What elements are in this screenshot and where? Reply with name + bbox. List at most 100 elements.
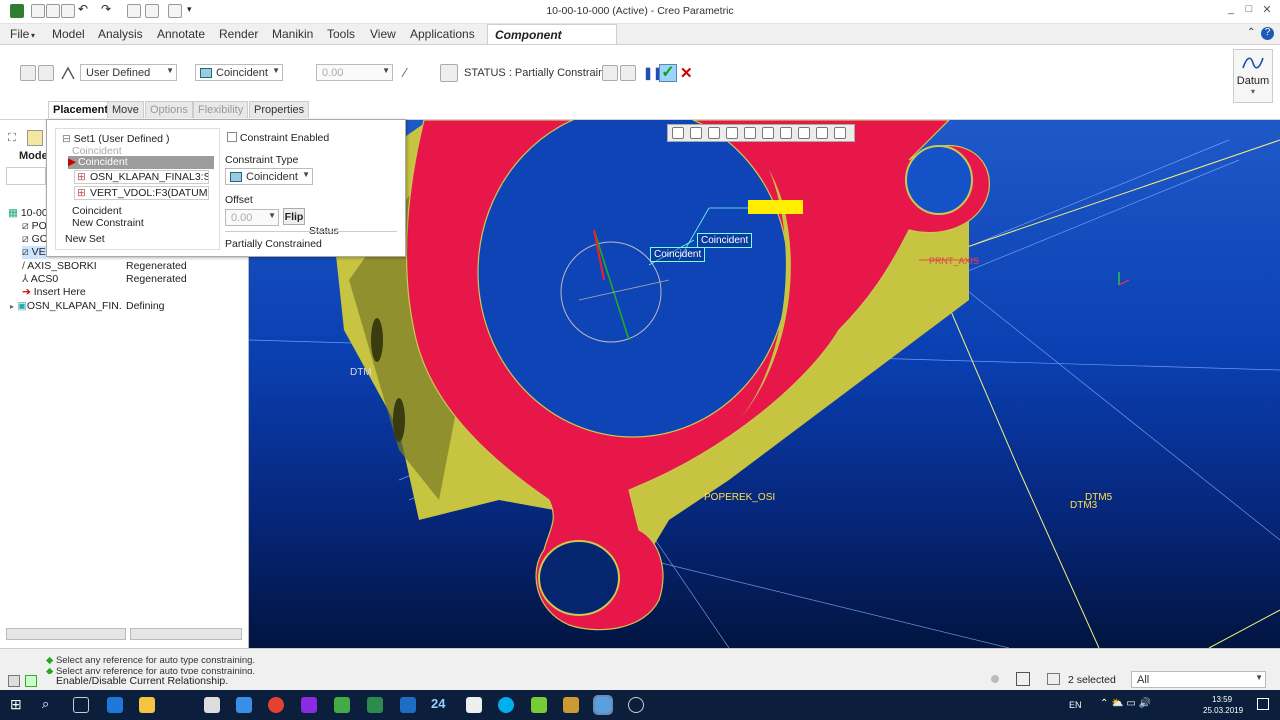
app-ps-icon[interactable] (236, 697, 252, 713)
datum-button[interactable]: Datum ▾ (1233, 49, 1273, 103)
tab-flexibility[interactable]: Flexibility (193, 101, 249, 118)
show-constraints-icon[interactable] (440, 64, 458, 82)
help-icon[interactable]: ? (1261, 27, 1274, 40)
app-24-icon[interactable]: 24 (431, 696, 447, 712)
constraint-item[interactable]: Coincident (72, 205, 122, 217)
mail-icon[interactable] (204, 697, 220, 713)
tree-row-insert-here[interactable]: ➔ Insert Here (22, 286, 86, 298)
menu-applications[interactable]: Applications (410, 27, 475, 41)
placement-type-select[interactable]: User Defined ▼ (80, 64, 177, 81)
view-manager-icon[interactable] (798, 127, 810, 139)
menu-view[interactable]: View (370, 27, 396, 41)
constraint-enabled-checkbox[interactable]: Constraint Enabled (227, 132, 329, 144)
zoom-out-icon[interactable] (708, 127, 720, 139)
toggle-browser-icon[interactable] (25, 675, 37, 687)
tree-row-csys[interactable]: ⅄ ACS0 Regenerated (22, 273, 242, 285)
chrome-icon[interactable] (268, 697, 284, 713)
assembly-window-icon[interactable] (620, 65, 636, 81)
tree-row-component[interactable]: ▸ ▣OSN_KLAPAN_FIN. Defining (10, 300, 245, 312)
repaint-icon[interactable] (726, 127, 738, 139)
windows-start-icon[interactable]: ⊞ (10, 696, 26, 712)
edge-icon[interactable] (107, 697, 123, 713)
tab-move[interactable]: Move (107, 101, 144, 118)
saved-views-icon[interactable] (780, 127, 792, 139)
search-icon[interactable]: ⌕ (42, 696, 58, 712)
offset-input[interactable]: 0.00 ▼ (316, 64, 393, 81)
mechanism-connection-icon[interactable] (60, 65, 76, 81)
new-set-item[interactable]: New Set (65, 233, 105, 245)
accept-button[interactable]: ✓ (659, 64, 677, 82)
reference-field-2[interactable]: ⊞ VERT_VDOL:F3(DATUM P (74, 186, 209, 200)
outlook-icon[interactable] (400, 697, 416, 713)
creo-taskbar-icon[interactable] (593, 695, 613, 715)
file-dropdown-icon[interactable]: ▾ (31, 31, 35, 40)
panel-offset-input[interactable]: 0.00 ▼ (225, 209, 279, 226)
callout-coincident-2[interactable]: Coincident (650, 247, 706, 262)
app-doc-icon[interactable] (531, 697, 547, 713)
menu-tools[interactable]: Tools (327, 27, 355, 41)
cancel-button[interactable]: ✕ (680, 64, 693, 82)
notifications-icon[interactable] (1257, 698, 1269, 710)
flip-button[interactable]: Flip (283, 208, 305, 225)
app-star-icon[interactable] (563, 697, 579, 713)
tree-row-datum2[interactable]: ⧄ GO (22, 233, 48, 246)
new-constraint-item[interactable]: New Constraint (72, 217, 144, 229)
refit-icon[interactable] (672, 127, 684, 139)
menu-analysis[interactable]: Analysis (98, 27, 143, 41)
horizontal-scrollbar-2[interactable] (130, 628, 242, 640)
horizontal-scrollbar[interactable] (6, 628, 126, 640)
language-indicator[interactable]: EN (1069, 700, 1082, 710)
minimize-ribbon-icon[interactable]: ⌃ (1247, 27, 1255, 38)
selection-filter[interactable]: All ▼ (1131, 671, 1266, 688)
app-hand-icon[interactable] (466, 697, 482, 713)
annotation-display-icon[interactable] (834, 127, 846, 139)
perspective-icon[interactable] (744, 127, 756, 139)
task-view-icon[interactable] (73, 697, 89, 713)
panel-constraint-type-select[interactable]: Coincident ▼ (225, 168, 313, 185)
reference-field-1[interactable]: ⊞ OSN_KLAPAN_FINAL3:Sur (74, 170, 209, 184)
set-item[interactable]: ⊟ Set1 (User Defined ) (62, 133, 169, 145)
display-style-icon[interactable] (762, 127, 774, 139)
skype-icon[interactable] (498, 697, 514, 713)
model-tree-icon[interactable]: ⛶ (8, 132, 16, 145)
app-purple-icon[interactable] (301, 697, 317, 713)
app-clock-icon[interactable] (628, 697, 644, 713)
menu-render[interactable]: Render (219, 27, 258, 41)
constraint-type-select[interactable]: Coincident ▼ (195, 64, 283, 81)
menu-manikin[interactable]: Manikin (272, 27, 313, 41)
app-green-icon[interactable] (334, 697, 350, 713)
zoom-in-icon[interactable] (690, 127, 702, 139)
tab-component-placement[interactable]: Component Placement (487, 24, 617, 56)
menu-file[interactable]: File (10, 27, 29, 41)
collapse-icon[interactable]: ⊟ (62, 133, 71, 145)
menu-annotate[interactable]: Annotate (157, 27, 205, 41)
maximize-button[interactable]: □ (1240, 3, 1258, 19)
tab-options[interactable]: Options (145, 101, 193, 118)
tree-search-input[interactable] (6, 167, 46, 185)
tree-row-root[interactable]: ▦ 10-00 (8, 207, 48, 219)
separate-window-icon[interactable] (602, 65, 618, 81)
datum-display-icon[interactable] (816, 127, 828, 139)
minimize-button[interactable]: _ (1222, 3, 1240, 19)
app-v-icon[interactable] (367, 697, 383, 713)
checkbox-icon[interactable] (227, 132, 237, 142)
tab-properties[interactable]: Properties (249, 101, 310, 118)
flip-icon[interactable]: ⁄ (404, 65, 420, 81)
menu-model[interactable]: Model (52, 27, 85, 41)
tree-row-datum3[interactable]: ⧄ VE (22, 246, 46, 259)
find-icon[interactable] (1016, 672, 1030, 686)
explorer-icon[interactable] (139, 697, 155, 713)
tab-placement[interactable]: Placement (48, 101, 114, 118)
folder-browser-icon[interactable] (27, 130, 43, 146)
3d-dragger-icon[interactable] (38, 65, 54, 81)
tree-row-axis[interactable]: / AXIS_SBORKI Regenerated (22, 260, 242, 272)
expand-arrow-icon[interactable]: ▸ (10, 302, 14, 311)
assembly-icon[interactable] (20, 65, 36, 81)
close-button[interactable]: ✕ (1258, 3, 1276, 19)
callout-coincident-1[interactable]: Coincident (697, 233, 753, 248)
selected-count[interactable]: 2 selected (1068, 674, 1116, 686)
toggle-navigator-icon[interactable] (8, 675, 20, 687)
selection-icon[interactable] (1047, 673, 1060, 685)
datum-dropdown-icon[interactable]: ▾ (1234, 87, 1272, 96)
constraint-selected[interactable]: ▶ Coincident (68, 156, 214, 169)
